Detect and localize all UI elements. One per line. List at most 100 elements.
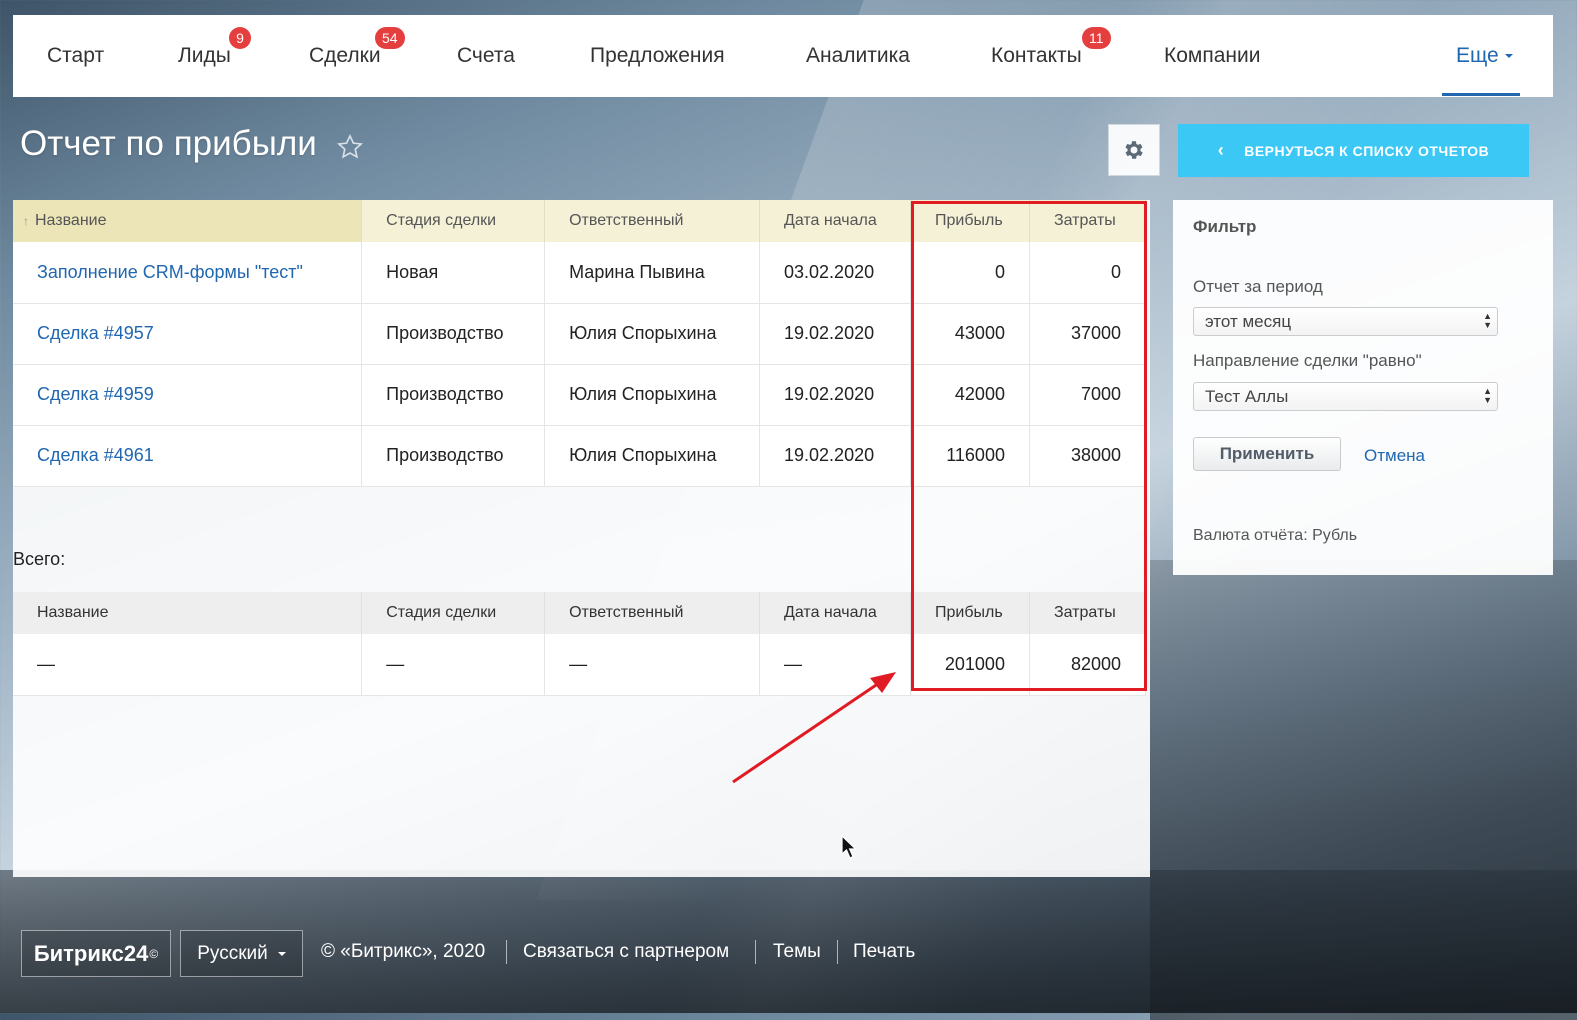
nav-item-contacts[interactable]: Контакты 11 <box>991 15 1111 97</box>
nav-item-more[interactable]: Еще <box>1456 15 1513 97</box>
nav-item-label: Сделки <box>309 44 381 67</box>
column-header-profit[interactable]: Прибыль <box>910 200 1030 242</box>
footer-divider <box>837 940 838 964</box>
responsible-cell: Юлия Спорыхина <box>544 303 761 365</box>
nav-item-label: Контакты <box>991 44 1082 67</box>
nav-item-quotes[interactable]: Предложения <box>590 15 725 97</box>
total-label: Всего: <box>13 549 66 569</box>
back-button-label: ВЕРНУТЬСЯ К СПИСКУ ОТЧЕТОВ <box>1244 142 1490 159</box>
gear-icon <box>1125 141 1143 159</box>
column-header-responsible[interactable]: Ответственный <box>544 200 761 242</box>
table-row: Сделка #4961 Производство Юлия Спорыхина… <box>13 425 1147 487</box>
contacts-count-badge: 11 <box>1082 27 1111 49</box>
nav-item-invoices[interactable]: Счета <box>457 15 515 97</box>
period-label: Отчет за период <box>1193 277 1323 296</box>
stage-cell: Производство <box>361 425 546 487</box>
leads-count-badge: 9 <box>229 27 251 49</box>
mouse-cursor-icon <box>841 835 857 859</box>
deal-name-cell[interactable]: Сделка #4957 <box>13 303 363 365</box>
totals-row: — — — — 201000 82000 <box>13 634 1147 696</box>
costs-cell: 7000 <box>1029 364 1147 426</box>
stage-cell: Производство <box>361 364 546 426</box>
report-table: ↑ Название Стадия сделки Ответственный Да… <box>13 200 1147 487</box>
nav-item-start[interactable]: Старт <box>47 15 104 97</box>
deal-name-cell[interactable]: Заполнение CRM-формы "тест" <box>13 242 363 304</box>
filter-title: Фильтр <box>1193 217 1257 236</box>
start-date-cell: 19.02.2020 <box>759 364 911 426</box>
total-profit-cell: 201000 <box>910 634 1030 696</box>
column-header-start-date[interactable]: Дата начала <box>759 200 911 242</box>
start-date-cell: 19.02.2020 <box>759 425 911 487</box>
period-select[interactable]: этот месяц ▲ ▼ <box>1193 307 1498 336</box>
report-currency: Валюта отчёта: Рубль <box>1193 527 1358 544</box>
nav-item-deals[interactable]: Сделки 54 <box>309 15 405 97</box>
totals-header-costs: Затраты <box>1029 592 1147 634</box>
nav-item-label: Старт <box>47 44 105 67</box>
column-header-costs[interactable]: Затраты <box>1029 200 1147 242</box>
direction-label: Направление сделки "равно" <box>1193 351 1422 370</box>
totals-header-row: Название Стадия сделки Ответственный Дат… <box>13 592 1147 634</box>
total-responsible-cell: — <box>544 634 761 696</box>
stage-cell: Производство <box>361 303 546 365</box>
nav-item-label: Предложения <box>590 44 725 67</box>
footer-divider <box>506 940 507 964</box>
profit-cell: 116000 <box>910 425 1030 487</box>
footer-divider <box>755 940 756 964</box>
caret-down-icon <box>277 951 286 956</box>
language-label: Русский <box>197 942 268 964</box>
favorite-star-icon[interactable] <box>336 133 364 161</box>
total-name-cell: — <box>13 634 363 696</box>
table-row: Сделка #4959 Производство Юлия Спорыхина… <box>13 364 1147 426</box>
stage-cell: Новая <box>361 242 546 304</box>
contact-partner-link[interactable]: Связаться с партнером <box>523 941 729 963</box>
table-header-row: ↑ Название Стадия сделки Ответственный Да… <box>13 200 1147 242</box>
totals-header-profit: Прибыль <box>910 592 1030 634</box>
nav-item-companies[interactable]: Компании <box>1164 15 1260 97</box>
deal-name-cell[interactable]: Сделка #4959 <box>13 364 363 426</box>
settings-button[interactable] <box>1108 124 1160 176</box>
active-tab-underline <box>1442 93 1520 96</box>
column-header-label: Название <box>35 212 107 229</box>
totals-table: Название Стадия сделки Ответственный Дат… <box>13 592 1147 696</box>
page-title: Отчет по прибыли <box>20 124 317 163</box>
deal-link[interactable]: Сделка #4959 <box>37 384 154 404</box>
profit-cell: 43000 <box>910 303 1030 365</box>
totals-header-name: Название <box>13 592 363 634</box>
deal-link[interactable]: Сделка #4961 <box>37 445 154 465</box>
logo-text: Битрикс24 <box>33 940 149 966</box>
filter-panel: Фильтр Отчет за период этот месяц ▲ ▼ Нап… <box>1173 200 1553 575</box>
table-row: Заполнение CRM-формы "тест" Новая Марина… <box>13 242 1147 304</box>
nav-item-label: Аналитика <box>806 44 910 67</box>
deal-link[interactable]: Сделка #4957 <box>37 323 154 343</box>
copyright-text: © «Битрикс», 2020 <box>321 941 486 962</box>
print-link[interactable]: Печать <box>853 941 915 963</box>
nav-item-leads[interactable]: Лиды 9 <box>178 15 251 97</box>
sort-arrow-up-icon: ↑ <box>23 214 29 228</box>
chevron-left-icon: ‹ <box>1217 140 1225 160</box>
language-selector[interactable]: Русский <box>180 930 303 977</box>
column-header-name[interactable]: ↑ Название <box>13 200 363 242</box>
select-arrows-icon: ▲ ▼ <box>1483 311 1492 330</box>
bitrix24-logo[interactable]: Битрикс24 © <box>21 930 171 977</box>
logo-mark: © <box>149 946 159 961</box>
period-select-value: этот месяц <box>1205 311 1292 331</box>
costs-cell: 0 <box>1029 242 1147 304</box>
apply-button[interactable]: Применить <box>1193 437 1341 471</box>
themes-link[interactable]: Темы <box>773 941 821 963</box>
cancel-link[interactable]: Отмена <box>1364 446 1425 466</box>
responsible-cell: Юлия Спорыхина <box>544 364 761 426</box>
nav-item-label: Счета <box>457 44 515 67</box>
deal-name-cell[interactable]: Сделка #4961 <box>13 425 363 487</box>
top-navigation: Старт Лиды 9 Сделки 54 Счета Предложения… <box>13 15 1553 97</box>
deal-link[interactable]: Заполнение CRM-формы "тест" <box>37 262 303 282</box>
totals-header-stage: Стадия сделки <box>361 592 546 634</box>
totals-header-responsible: Ответственный <box>544 592 761 634</box>
total-costs-cell: 82000 <box>1029 634 1147 696</box>
total-stage-cell: — <box>361 634 546 696</box>
back-to-reports-button[interactable]: ‹ ВЕРНУТЬСЯ К СПИСКУ ОТЧЕТОВ <box>1178 124 1529 177</box>
column-header-stage[interactable]: Стадия сделки <box>361 200 546 242</box>
nav-item-label: Лиды <box>178 44 231 67</box>
start-date-cell: 19.02.2020 <box>759 303 911 365</box>
nav-item-analytics[interactable]: Аналитика <box>806 15 910 97</box>
direction-select[interactable]: Тест Аллы ▲ ▼ <box>1193 382 1498 411</box>
